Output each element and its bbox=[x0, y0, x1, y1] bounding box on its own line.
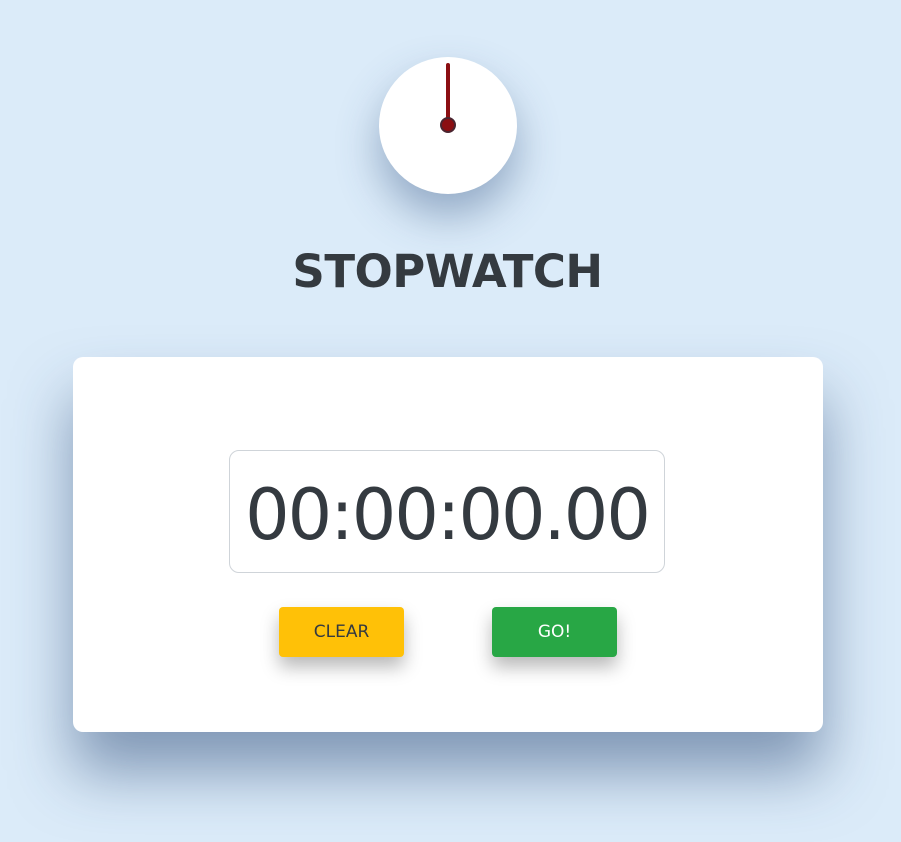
clock-pivot bbox=[440, 117, 456, 133]
stopwatch-card: 00:00:00.00 CLEAR GO! bbox=[73, 357, 823, 732]
stopwatch-clock-icon bbox=[379, 57, 517, 194]
time-display: 00:00:00.00 bbox=[229, 450, 665, 573]
clock-hand bbox=[446, 63, 450, 125]
clear-button[interactable]: CLEAR bbox=[279, 607, 404, 657]
page-title: STOPWATCH bbox=[292, 245, 603, 298]
go-button[interactable]: GO! bbox=[492, 607, 617, 657]
